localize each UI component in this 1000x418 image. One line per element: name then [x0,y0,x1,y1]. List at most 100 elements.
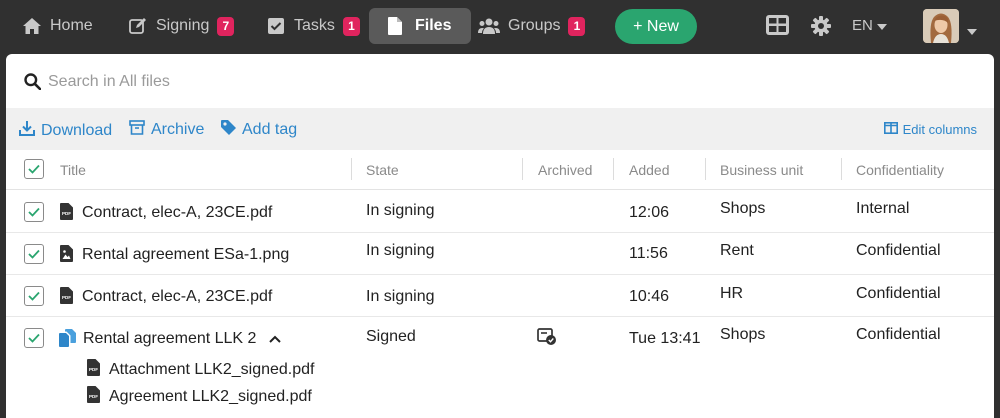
file-added: 11:56 [629,245,668,262]
search-input[interactable] [48,68,948,96]
nav-groups-label: Groups [508,17,561,34]
nav-signing-label: Signing [156,17,210,34]
chevron-up-icon[interactable] [269,330,281,348]
tag-icon [221,120,242,140]
file-confidentiality: Internal [856,200,910,217]
users-icon [478,16,500,36]
file-added: Tue 13:41 [629,330,701,347]
archive-label: Archive [151,121,205,138]
chevron-down-icon[interactable] [967,22,977,40]
column-header-archived[interactable]: Archived [538,162,592,178]
edit-columns-button[interactable]: Edit columns [883,122,977,137]
nav-home-label: Home [50,17,93,34]
file-title[interactable]: Contract, elec-A, 23CE.pdf [82,204,272,222]
table-header: Title State Archived Added Business unit… [6,150,994,190]
attachment-title[interactable]: Agreement LLK2_signed.pdf [109,388,312,406]
file-business-unit: Shops [720,326,766,343]
files-panel: Download Archive Add tag Edit columns Ti… [6,54,994,418]
file-business-unit: HR [720,285,744,302]
row-checkbox[interactable] [24,286,44,306]
action-bar: Download Archive Add tag Edit columns [6,108,994,150]
column-header-confidentiality[interactable]: Confidentiality [856,162,944,178]
row-checkbox[interactable] [24,202,44,222]
archive-icon [129,120,151,140]
column-header-title[interactable]: Title [60,162,86,178]
file-confidentiality: Confidential [856,326,941,343]
archive-button[interactable]: Archive [129,120,204,140]
column-divider[interactable] [841,158,842,180]
file-business-unit: Shops [720,200,766,217]
pdf-file-icon: PDF [87,386,100,408]
nav-files-label: Files [415,17,452,34]
nav-files[interactable]: Files [369,8,472,44]
file-title[interactable]: Rental agreement ESa-1.png [82,246,289,264]
file-confidentiality: Confidential [856,242,941,259]
add-tag-label: Add tag [242,121,298,138]
checkbox-icon [266,16,286,36]
svg-text:PDF: PDF [62,295,71,300]
avatar[interactable] [923,9,959,43]
download-button[interactable]: Download [19,120,112,141]
edit-icon [128,16,148,36]
nav-signing[interactable]: Signing 7 [128,8,235,44]
column-divider[interactable] [351,158,352,180]
file-state: In signing [366,242,435,259]
columns-icon [883,122,903,137]
file-title[interactable]: Contract, elec-A, 23CE.pdf [82,288,272,306]
add-tag-button[interactable]: Add tag [221,120,297,140]
column-header-business-unit[interactable]: Business unit [720,162,803,178]
download-icon [19,120,41,141]
file-confidentiality: Confidential [856,285,941,302]
file-added: 10:46 [629,288,670,305]
download-label: Download [41,121,113,139]
archived-check-icon [537,328,557,351]
table-row[interactable]: PDF Contract, elec-A, 23CE.pdf In signin… [6,191,994,233]
table-row[interactable]: PDF Contract, elec-A, 23CE.pdf In signin… [6,275,994,317]
pdf-file-icon: PDF [87,359,100,381]
nav-groups[interactable]: Groups 1 [478,8,586,44]
gear-icon[interactable] [811,16,831,41]
file-group-icon [59,329,77,352]
table-row[interactable]: Rental agreement ESa-1.png In signing 11… [6,233,994,275]
attachment-title[interactable]: Attachment LLK2_signed.pdf [109,361,314,379]
nav-home[interactable]: Home [22,8,93,44]
image-file-icon [60,245,73,267]
file-added: 12:06 [629,204,670,221]
file-state: In signing [366,288,435,305]
row-checkbox[interactable] [24,328,44,348]
language-label: EN [852,17,873,34]
nav-tasks-label: Tasks [294,17,335,34]
chevron-down-icon [876,17,887,34]
svg-text:PDF: PDF [89,394,98,399]
file-title[interactable]: Rental agreement LLK 2 [83,330,281,348]
edit-columns-label: Edit columns [902,122,977,137]
search-icon [24,73,42,95]
file-state: In signing [366,202,435,219]
new-button[interactable]: + New [615,9,697,44]
top-nav: Home Signing 7 Tasks 1 Files Groups 1 + … [0,0,1000,52]
language-selector[interactable]: EN [852,17,887,34]
column-divider[interactable] [613,158,614,180]
svg-text:PDF: PDF [62,211,71,216]
file-state: Signed [366,328,416,345]
table-row-group[interactable]: Rental agreement LLK 2 Signed Tue 13:41 … [6,317,994,417]
layout-grid-icon[interactable] [766,15,789,40]
tasks-count-badge: 1 [342,16,360,36]
column-divider[interactable] [522,158,523,180]
column-header-state[interactable]: State [366,162,399,178]
signing-count-badge: 7 [217,16,235,36]
file-business-unit: Rent [720,242,754,259]
pdf-file-icon: PDF [60,203,73,225]
column-header-added[interactable]: Added [629,162,669,178]
row-checkbox[interactable] [24,244,44,264]
svg-text:PDF: PDF [89,367,98,372]
search-bar [6,54,994,108]
pdf-file-icon: PDF [60,287,73,309]
select-all-checkbox[interactable] [24,159,44,179]
home-icon [22,16,42,36]
nav-tasks[interactable]: Tasks 1 [266,8,360,44]
file-title-label: Rental agreement LLK 2 [83,330,257,348]
file-icon [385,16,405,36]
column-divider[interactable] [705,158,706,180]
groups-count-badge: 1 [568,16,586,36]
